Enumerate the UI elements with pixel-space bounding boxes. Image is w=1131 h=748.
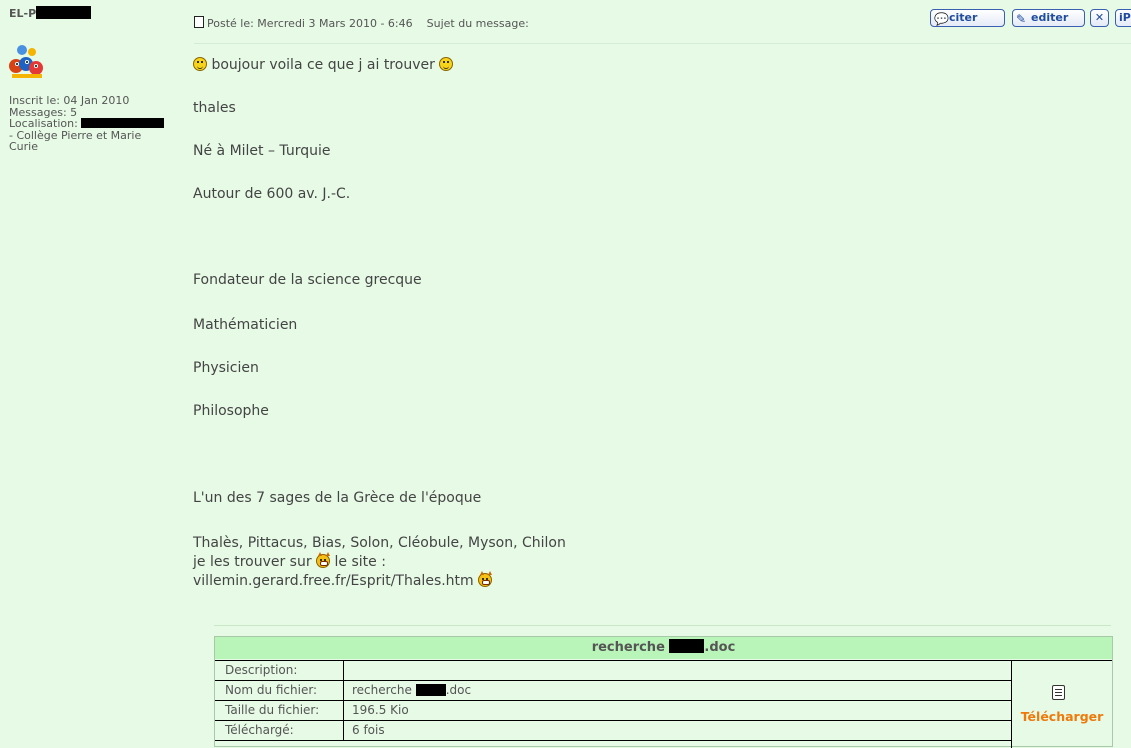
registration-date: Inscrit le: 04 Jan 2010 (9, 94, 130, 107)
attachment-box: recherche .doc Description: Nom du fichi… (214, 636, 1113, 748)
row-label: Nom du fichier: (215, 681, 344, 700)
download-cell[interactable]: Télécharger (1012, 660, 1112, 748)
post-line: L'un des 7 sages de la Grèce de l'époque (193, 490, 482, 506)
document-icon (194, 16, 204, 28)
location-line-3: Curie (9, 140, 38, 153)
poster-profile: EL-P Inscrit le: 04 Jan 2010 Messages: 5… (0, 0, 188, 747)
redacted-username (36, 6, 92, 19)
row-label: Description: (215, 661, 344, 680)
post-line: Né à Milet – Turquie (193, 143, 331, 159)
table-row: Nom du fichier: recherche .doc (215, 681, 1012, 701)
post-line: Autour de 600 av. J.-C. (193, 186, 351, 202)
post-line: Thalès, Pittacus, Bias, Solon, Cléobule,… (193, 535, 566, 551)
smiley-icon (439, 57, 454, 71)
attachment-details: Description: Nom du fichier: recherche .… (215, 660, 1012, 741)
location: Localisation: (9, 118, 165, 130)
post-line: Philosophe (193, 403, 269, 419)
redacted-location (81, 118, 165, 128)
redacted-filename (415, 684, 446, 696)
row-label: Taille du fichier: (215, 701, 344, 720)
row-label: Téléchargé: (215, 721, 344, 740)
post-line: Fondateur de la science grecque (193, 272, 422, 288)
post-line: villemin.gerard.free.fr/Esprit/Thales.ht… (193, 571, 493, 589)
row-value: 196.5 Kio (352, 703, 409, 717)
poster-username[interactable]: EL-P (9, 6, 92, 20)
table-row: Taille du fichier: 196.5 Kio (215, 701, 1012, 721)
post-line: Physicien (193, 360, 259, 376)
smiley-icon (193, 57, 207, 71)
edit-icon: ✎ (1016, 12, 1027, 26)
post-header: Posté le: Mercredi 3 Mars 2010 - 6:46 Suj… (194, 16, 529, 30)
subject-label: Sujet du message: (426, 17, 529, 30)
avatar (8, 40, 46, 80)
devil-smiley-icon (478, 571, 493, 587)
table-row: Téléchargé: 6 fois (215, 721, 1012, 741)
download-file-icon[interactable] (1052, 685, 1065, 700)
post-date: Posté le: Mercredi 3 Mars 2010 - 6:46 (207, 17, 413, 30)
header-divider (194, 43, 1131, 44)
ip-button[interactable]: iP (1115, 9, 1131, 27)
devil-smiley-icon (316, 552, 331, 568)
post-line: je les trouver sur le site : (193, 552, 386, 570)
redacted-filename (669, 639, 705, 653)
row-value: recherche .doc (352, 683, 472, 697)
post-line: Mathématicien (193, 317, 298, 333)
download-link[interactable]: Télécharger (1012, 709, 1112, 724)
delete-icon: ✕ (1094, 11, 1105, 24)
attachment-divider (214, 625, 1111, 626)
row-value: 6 fois (352, 723, 385, 737)
poster-details: Inscrit le: 04 Jan 2010 Messages: 5 Loca… (9, 94, 165, 153)
edit-button[interactable]: ✎ editer (1012, 9, 1085, 27)
quote-icon: 💬 (934, 12, 949, 26)
table-row: Description: (215, 660, 1012, 681)
site-url: villemin.gerard.free.fr/Esprit/Thales.ht… (193, 573, 474, 589)
post-line: boujour voila ce que j ai trouver (193, 57, 454, 73)
quote-button[interactable]: 💬 citer (930, 9, 1005, 27)
delete-button[interactable]: ✕ (1090, 9, 1109, 27)
post-line: thales (193, 100, 236, 116)
attachment-title: recherche .doc (215, 637, 1112, 659)
